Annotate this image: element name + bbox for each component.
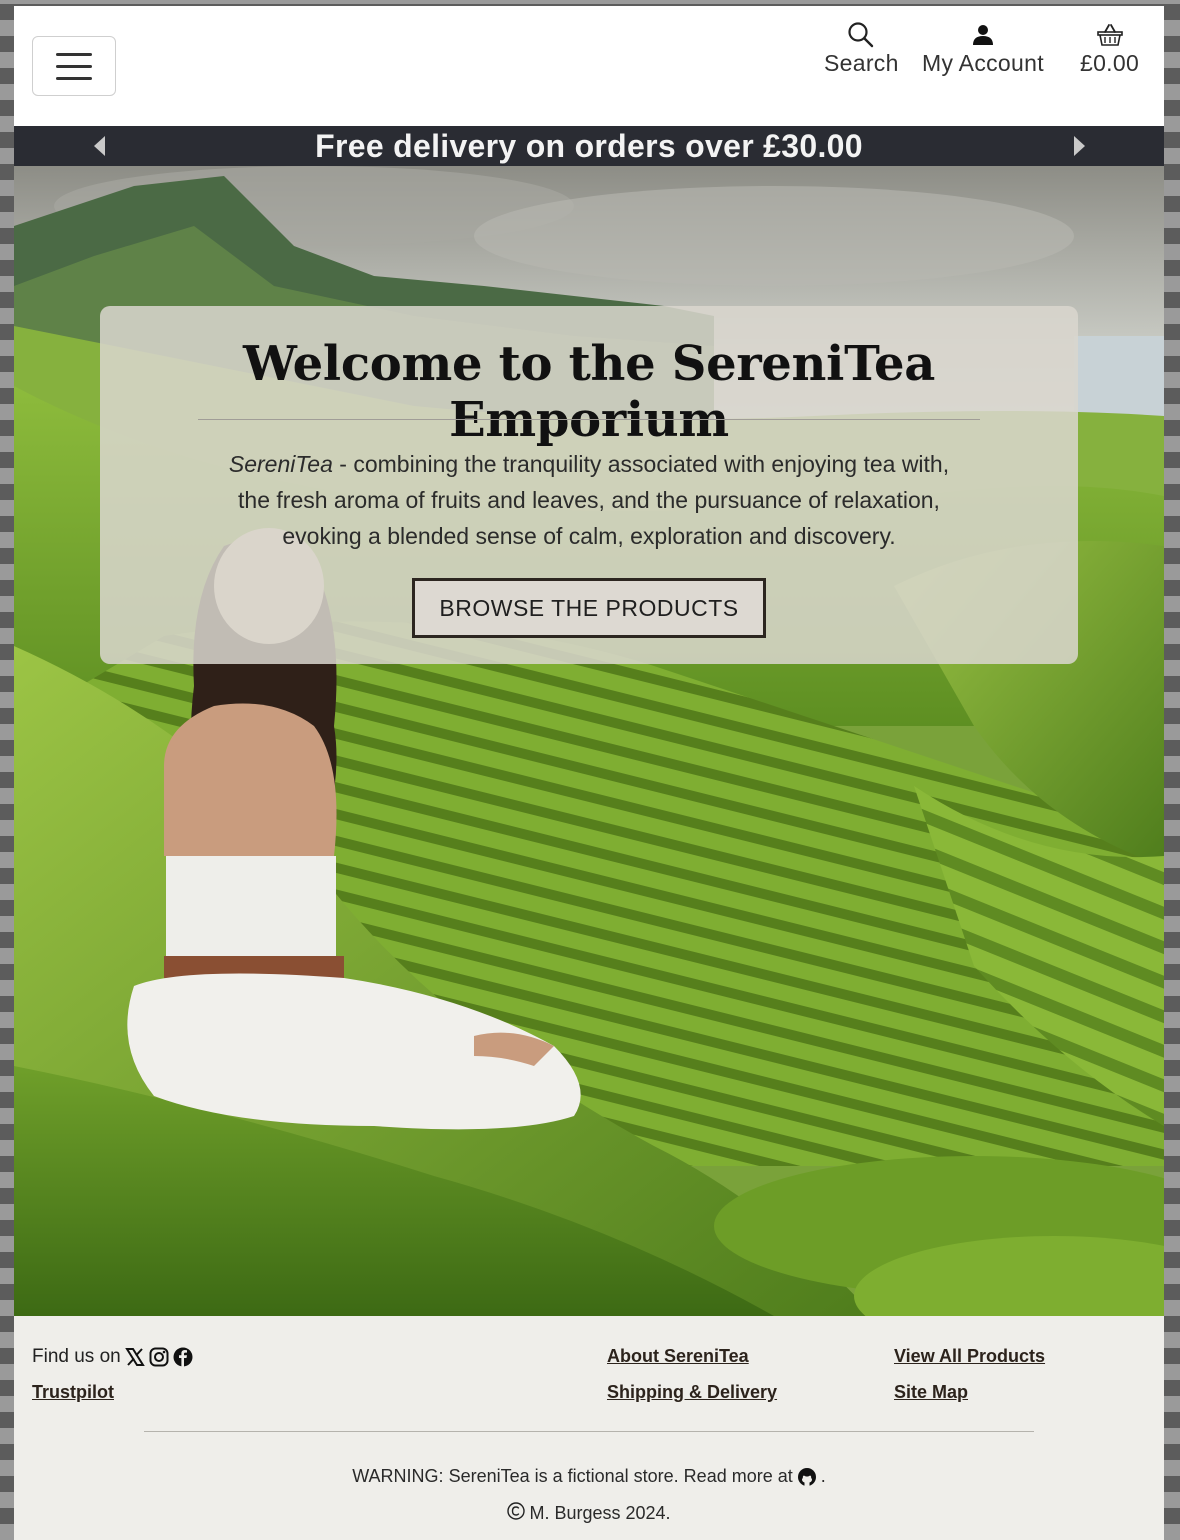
basket-icon <box>1096 20 1123 50</box>
welcome-card: Welcome to the SereniTea Emporium Sereni… <box>100 306 1078 664</box>
page-edge-left <box>0 0 14 1540</box>
basket-total: £0.00 <box>1080 50 1140 76</box>
copyright-text: M. Burgess 2024. <box>529 1503 671 1523</box>
find-us: Find us on <box>32 1346 193 1368</box>
site-footer: Find us on Trustpilot About SereniTea Sh… <box>14 1316 1164 1540</box>
page-edge-right <box>1164 0 1180 1540</box>
menu-toggle-button[interactable] <box>32 36 116 96</box>
page-title: Welcome to the SereniTea Emporium <box>242 336 936 448</box>
github-icon[interactable] <box>797 1467 817 1487</box>
warning-end: . <box>820 1466 826 1486</box>
copyright: M. Burgess 2024. <box>14 1502 1164 1525</box>
user-icon <box>972 20 994 50</box>
site-header: Search My Account £0.00 <box>14 6 1164 126</box>
brand-name: SereniTea <box>228 451 333 477</box>
delivery-banner: Free delivery on orders over £30.00 <box>14 126 1164 166</box>
title-divider <box>198 419 980 420</box>
nav-search[interactable]: Search <box>824 20 899 77</box>
facebook-icon[interactable] <box>173 1347 193 1367</box>
trustpilot-link[interactable]: Trustpilot <box>32 1382 114 1403</box>
all-products-link[interactable]: View All Products <box>894 1346 1045 1367</box>
site: Search My Account £0.00 Free delivery on… <box>14 6 1164 1540</box>
welcome-text-line3: evoking a blended sense of calm, explora… <box>282 523 896 549</box>
welcome-text-line1: SereniTea - combining the tranquility as… <box>120 446 1058 482</box>
nav-my-account[interactable]: My Account <box>922 20 1044 77</box>
warning-text: WARNING: SereniTea is a fictional store.… <box>352 1466 793 1486</box>
banner-message: Free delivery on orders over £30.00 <box>315 127 863 164</box>
hero-section: Welcome to the SereniTea Emporium Sereni… <box>14 166 1164 1316</box>
welcome-text-line2: the fresh aroma of fruits and leaves, an… <box>238 487 940 513</box>
site-map-link[interactable]: Site Map <box>894 1382 968 1403</box>
footer-divider <box>144 1431 1034 1432</box>
browse-products-button[interactable]: BROWSE THE PRODUCTS <box>412 578 766 638</box>
nav-search-label: Search <box>824 50 899 76</box>
x-icon[interactable] <box>124 1347 145 1367</box>
fictional-store-warning: WARNING: SereniTea is a fictional store.… <box>14 1466 1164 1487</box>
nav-my-account-label: My Account <box>922 50 1044 76</box>
shipping-link[interactable]: Shipping & Delivery <box>607 1382 777 1403</box>
find-us-label: Find us on <box>32 1346 121 1367</box>
copyright-icon <box>507 1502 526 1525</box>
hamburger-icon <box>56 52 92 56</box>
hamburger-icon-bar <box>56 76 92 80</box>
welcome-text: SereniTea - combining the tranquility as… <box>120 446 1058 554</box>
search-icon <box>847 20 875 50</box>
banner-prev-icon[interactable] <box>94 136 105 156</box>
banner-next-icon[interactable] <box>1074 136 1085 156</box>
hamburger-icon-bar <box>56 64 92 68</box>
about-link[interactable]: About SereniTea <box>607 1346 749 1367</box>
instagram-icon[interactable] <box>149 1347 169 1367</box>
nav-basket[interactable]: £0.00 <box>1080 20 1139 77</box>
welcome-text-line1-rest: - combining the tranquility associated w… <box>332 451 950 477</box>
